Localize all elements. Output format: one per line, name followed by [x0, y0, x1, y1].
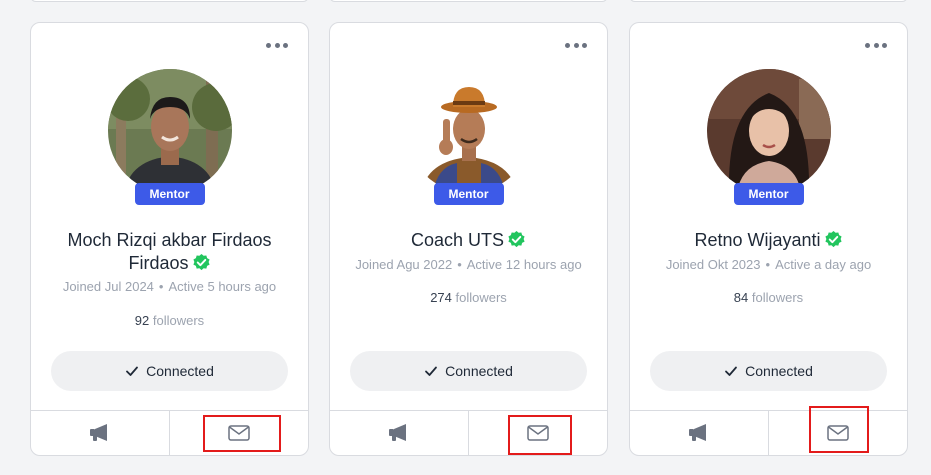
more-horizontal-icon — [865, 42, 870, 48]
mentor-badge: Mentor — [433, 183, 504, 205]
mentor-badge: Mentor — [134, 183, 205, 205]
avatar[interactable] — [706, 69, 831, 193]
avatar[interactable] — [107, 69, 232, 193]
profile-name[interactable]: Coach UTS — [350, 229, 587, 255]
followers-count: 84 followers — [733, 290, 804, 305]
verified-check-icon — [192, 253, 211, 278]
profile-name[interactable]: Retno Wijayanti — [650, 229, 887, 255]
promote-button[interactable] — [31, 411, 169, 455]
mail-icon — [527, 425, 549, 441]
connected-button[interactable]: Connected — [51, 351, 288, 391]
previous-card-edge — [30, 0, 309, 2]
profile-meta: Joined Okt 2023 • Active a day ago — [665, 257, 872, 272]
mail-icon — [228, 425, 250, 441]
more-horizontal-icon — [565, 42, 570, 48]
followers-count: 274 followers — [430, 290, 507, 305]
card-footer — [31, 410, 308, 455]
card-footer — [330, 410, 607, 455]
connected-button[interactable]: Connected — [350, 351, 587, 391]
mentor-badge: Mentor — [733, 183, 804, 205]
message-button[interactable] — [468, 411, 607, 455]
profile-name[interactable]: Moch Rizqi akbar Firdaos Firdaos — [51, 229, 288, 278]
more-options-button[interactable] — [565, 37, 587, 53]
followers-count: 92 followers — [134, 313, 205, 328]
promote-button[interactable] — [630, 411, 768, 455]
more-options-button[interactable] — [266, 37, 288, 53]
check-icon — [126, 366, 139, 376]
avatar[interactable] — [406, 69, 531, 193]
connected-button[interactable]: Connected — [650, 351, 887, 391]
card-footer — [630, 410, 907, 455]
more-horizontal-icon — [266, 42, 271, 48]
verified-check-icon — [824, 230, 843, 255]
verified-check-icon — [507, 230, 526, 255]
profile-meta: Joined Jul 2024 • Active 5 hours ago — [62, 279, 277, 294]
promote-button[interactable] — [330, 411, 468, 455]
profile-meta: Joined Agu 2022 • Active 12 hours ago — [355, 257, 582, 272]
check-icon — [425, 366, 438, 376]
more-options-button[interactable] — [865, 37, 887, 53]
profile-card: Mentor Coach UTS Joined Agu 2022 • Active … — [329, 22, 608, 456]
previous-card-edge — [629, 0, 908, 2]
megaphone-icon — [389, 424, 406, 441]
check-icon — [725, 366, 738, 376]
mail-icon — [827, 425, 849, 441]
message-button[interactable] — [169, 411, 308, 455]
previous-card-edge — [329, 0, 608, 2]
message-button[interactable] — [768, 411, 907, 455]
profile-card: Mentor Moch Rizqi akbar Firdaos Firdaos … — [30, 22, 309, 456]
megaphone-icon — [689, 424, 706, 441]
megaphone-icon — [90, 424, 107, 441]
profile-card: Mentor Retno Wijayanti Joined Okt 2023 • A… — [629, 22, 908, 456]
